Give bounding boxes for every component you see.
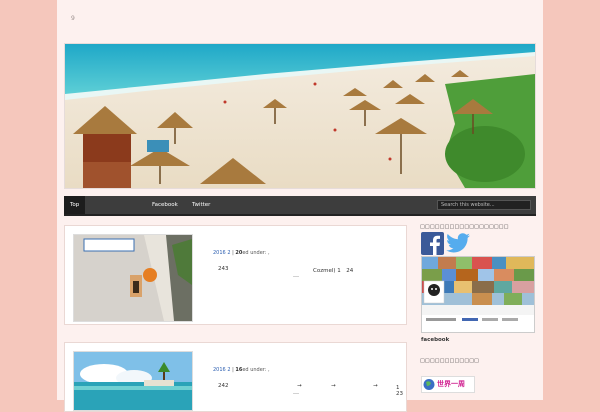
post-meta: 2016 2 | 16ed under: , (213, 367, 270, 373)
search-input[interactable] (437, 200, 531, 210)
arrow-icon: → (373, 383, 378, 389)
facebook-widget-label: facebook (421, 337, 450, 343)
post-excerpt-number: 243 (218, 266, 229, 272)
arrow-icon: → (331, 383, 336, 389)
header-banner[interactable] (64, 43, 536, 189)
post-filed-under: ed under: , (242, 367, 270, 373)
post-month: 2 (227, 250, 231, 256)
post-thumbnail[interactable] (73, 234, 193, 322)
facebook-page-widget[interactable] (421, 256, 535, 333)
post-card: 2016 2 | 20ed under: , 243 Cozmel) 1 24 … (64, 225, 407, 325)
twitter-icon[interactable] (446, 232, 470, 255)
read-more-link[interactable]: … (293, 389, 299, 396)
site-description: 9 (71, 15, 75, 22)
post-year[interactable]: 2016 (213, 367, 226, 373)
world-trip-badge[interactable]: 世界一周 (421, 376, 475, 393)
post-filed-under: ed under: , (242, 250, 270, 256)
post-excerpt-text: Cozmel) 1 24 (313, 268, 354, 274)
post-meta: 2016 2 | 20ed under: , (213, 250, 270, 256)
nav-top[interactable]: Top (64, 196, 86, 214)
sidebar-sns-title: □□□□□□□□□□□□□□□□□□ (420, 224, 509, 230)
facebook-icon[interactable] (421, 232, 444, 255)
post-month: 2 (227, 367, 231, 373)
post-card: 2016 2 | 16ed under: , 242 → → → 1 23 … (64, 342, 407, 412)
nav-facebook[interactable]: Facebook (146, 196, 184, 214)
post-excerpt-number: 242 (218, 383, 229, 389)
post-year[interactable]: 2016 (213, 250, 226, 256)
main-navigation: Top Facebook Twitter (64, 196, 536, 216)
sidebar-links-title: □□□□□□□□□□□□ (420, 358, 480, 364)
post-excerpt-text: 1 23 (396, 385, 406, 397)
read-more-link[interactable]: … (293, 272, 299, 279)
badge-text: 世界一周 (437, 380, 465, 388)
nav-twitter[interactable]: Twitter (186, 196, 216, 214)
post-thumbnail[interactable] (73, 351, 193, 411)
